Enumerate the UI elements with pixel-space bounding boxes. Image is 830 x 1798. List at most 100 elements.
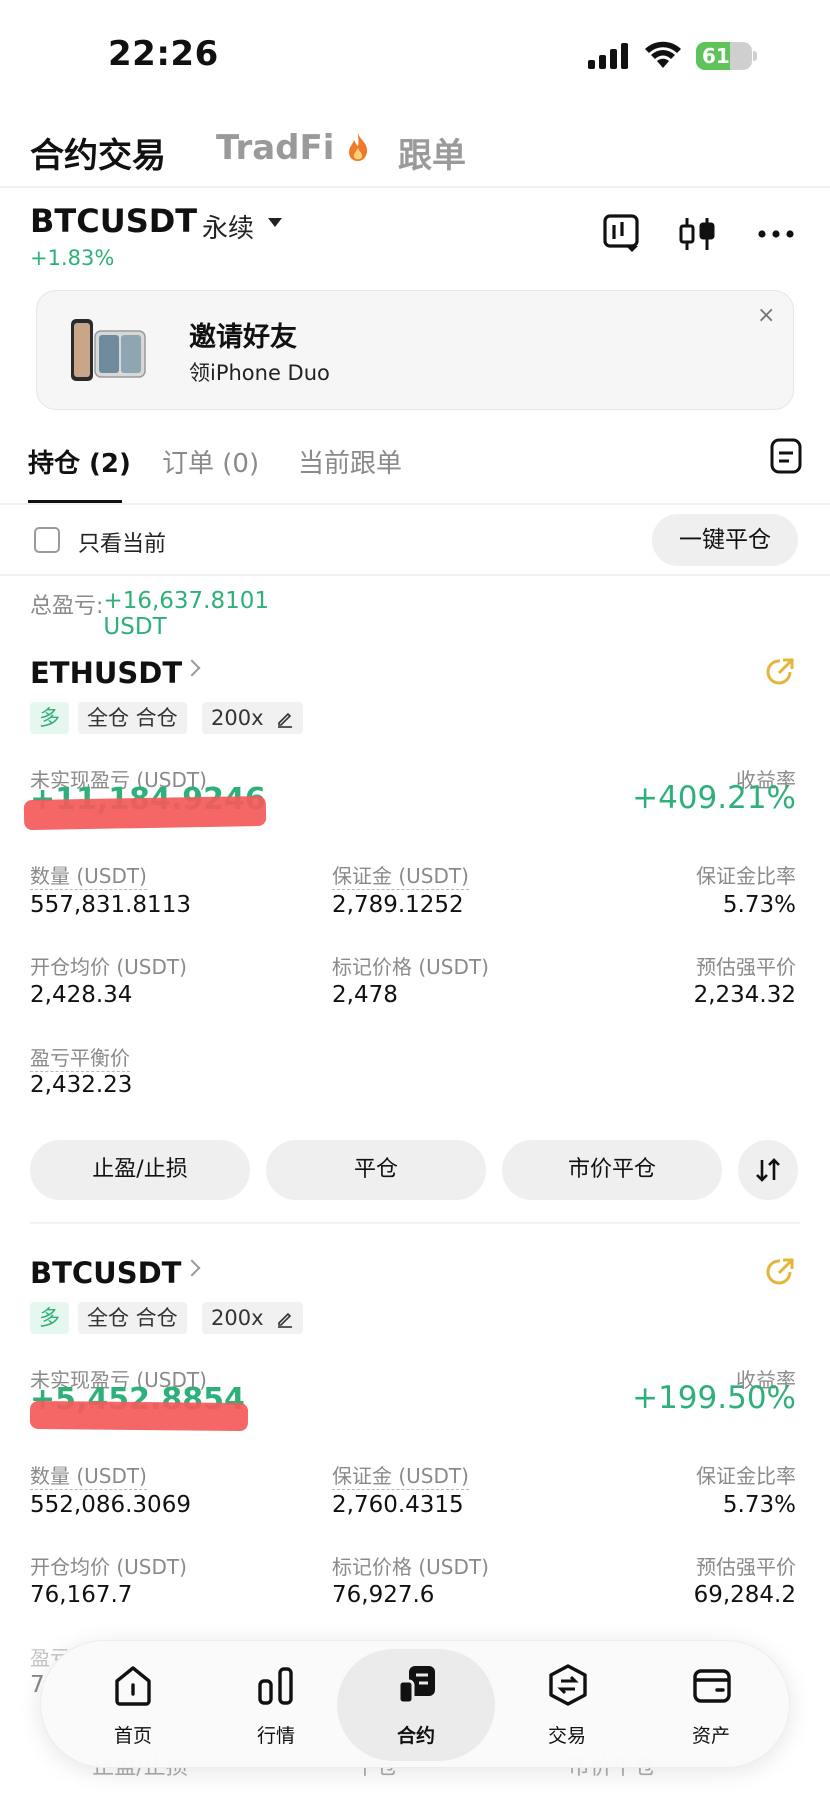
divider — [0, 503, 830, 505]
margin-mode-tag: 全仓 合仓 — [78, 1302, 187, 1334]
nav-market-label: 行情 — [256, 1725, 295, 1747]
nav-home[interactable]: 首页 — [63, 1641, 203, 1769]
nav-trade-label: 交易 — [547, 1725, 586, 1747]
share-icon[interactable] — [764, 1256, 796, 1288]
tab-orders[interactable]: 订单 (0) — [162, 443, 259, 480]
edit-icon — [278, 1312, 293, 1328]
total-pnl-value: +16,637.8101 USDT — [103, 588, 270, 640]
futures-icon — [397, 1666, 435, 1705]
home-icon — [115, 1666, 151, 1706]
roe-value: +199.50% — [632, 1380, 796, 1416]
nav-trade[interactable]: 交易 — [497, 1641, 637, 1769]
chart-settings-icon[interactable] — [600, 212, 644, 256]
only-current-label: 只看当前 — [78, 532, 167, 557]
margin-mode-tag: 全仓 合仓 — [78, 702, 187, 734]
position-symbol[interactable]: ETHUSDT — [30, 656, 182, 690]
liquidation-price-label: 预估强平价 — [696, 1555, 796, 1579]
banner-title: 邀请好友 — [189, 322, 297, 353]
chevron-right-icon[interactable] — [183, 1259, 201, 1277]
total-pnl-label: 总盈亏: — [30, 594, 104, 619]
tp-sl-button[interactable]: 止盈/止损 — [30, 1140, 250, 1200]
candlestick-icon[interactable] — [676, 212, 720, 256]
leverage-tag[interactable]: 200x — [202, 702, 304, 734]
trade-icon — [549, 1664, 587, 1706]
bottom-nav: 首页 行情 合约 交易 资产 — [40, 1640, 790, 1768]
edit-icon — [278, 712, 293, 728]
margin-ratio-label: 保证金比率 — [696, 864, 796, 888]
quantity-label: 数量 (USDT) — [30, 1460, 147, 1490]
top-tabs: 合约交易 TradFi 跟单 — [0, 118, 830, 188]
phone-image — [71, 319, 146, 381]
mark-price-label: 标记价格 (USDT) — [332, 955, 489, 979]
entry-price-label: 开仓均价 (USDT) — [30, 955, 187, 979]
reverse-button[interactable] — [738, 1140, 798, 1200]
pair-change: +1.83% — [30, 246, 115, 270]
divider — [30, 1222, 800, 1224]
tab-positions[interactable]: 持仓 (2) — [28, 443, 131, 480]
close-all-button[interactable]: 一键平仓 — [652, 514, 798, 566]
liquidation-price-value: 69,284.2 — [693, 1582, 796, 1608]
nav-home-label: 首页 — [113, 1725, 152, 1747]
margin-value: 2,789.1252 — [332, 892, 464, 918]
margin-label: 保证金 (USDT) — [332, 860, 469, 890]
quantity-label: 数量 (USDT) — [30, 860, 147, 890]
tab-futures[interactable]: 合约交易 — [30, 128, 166, 177]
pair-kind[interactable]: 永续 — [202, 208, 254, 245]
quantity-value: 557,831.8113 — [30, 892, 191, 918]
divider — [0, 574, 830, 576]
more-icon[interactable] — [754, 212, 798, 256]
margin-value: 2,760.4315 — [332, 1492, 464, 1518]
swap-arrows-icon — [756, 1158, 780, 1182]
banner-subtitle: 领iPhone Duo — [189, 361, 330, 385]
liquidation-price-label: 预估强平价 — [696, 955, 796, 979]
tab-tradfi[interactable]: TradFi — [216, 128, 370, 168]
invite-banner[interactable]: 邀请好友 领iPhone Duo × — [36, 290, 794, 410]
mark-price-value: 2,478 — [332, 982, 398, 1008]
tab-tradfi-label: TradFi — [216, 128, 335, 168]
liquidation-price-value: 2,234.32 — [693, 982, 796, 1008]
quantity-value: 552,086.3069 — [30, 1492, 191, 1518]
battery-icon: 61 — [696, 42, 757, 70]
margin-ratio-label: 保证金比率 — [696, 1464, 796, 1488]
market-close-button[interactable]: 市价平仓 — [502, 1140, 722, 1200]
chevron-right-icon[interactable] — [183, 659, 201, 677]
entry-price-value: 76,167.7 — [30, 1582, 133, 1608]
only-current-checkbox[interactable] — [34, 527, 60, 553]
wallet-icon — [693, 1669, 731, 1703]
leverage-value: 200x — [211, 1306, 264, 1330]
mark-price-value: 76,927.6 — [332, 1582, 435, 1608]
nav-futures-label: 合约 — [396, 1725, 435, 1747]
wifi-icon — [645, 41, 681, 68]
tab-copy-trading[interactable]: 跟单 — [398, 128, 466, 177]
status-time: 22:26 — [108, 34, 219, 74]
share-icon[interactable] — [764, 656, 796, 688]
market-icon — [258, 1667, 293, 1705]
close-icon[interactable]: × — [757, 303, 775, 328]
side-tag: 多 — [30, 702, 69, 734]
total-pnl: 总盈亏: +16,637.8101 USDT — [30, 588, 269, 640]
mark-price-label: 标记价格 (USDT) — [332, 1555, 489, 1579]
leverage-tag[interactable]: 200x — [202, 1302, 304, 1334]
position-card: ETHUSDT 多 全仓 合仓 200x 未实现盈亏 (USDT) 收益率 +1… — [0, 656, 830, 1246]
pair-symbol[interactable]: BTCUSDT — [30, 202, 197, 240]
breakeven-label: 盈亏平衡价 — [30, 1042, 130, 1072]
position-symbol[interactable]: BTCUSDT — [30, 1256, 181, 1290]
status-bar: 22:26 61 — [0, 0, 830, 110]
nav-assets[interactable]: 资产 — [641, 1641, 781, 1769]
signal-icon — [588, 43, 628, 69]
history-icon[interactable] — [770, 438, 802, 474]
nav-assets-label: 资产 — [691, 1725, 730, 1747]
close-position-button[interactable]: 平仓 — [266, 1140, 486, 1200]
redaction-mark — [23, 795, 267, 831]
nav-market[interactable]: 行情 — [206, 1641, 346, 1769]
margin-ratio-value: 5.73% — [722, 892, 796, 918]
tab-current-copy[interactable]: 当前跟单 — [298, 443, 402, 480]
side-tag: 多 — [30, 1302, 69, 1334]
chevron-down-icon[interactable] — [268, 218, 282, 227]
nav-futures[interactable]: 合约 — [337, 1649, 495, 1761]
roe-value: +409.21% — [632, 780, 796, 816]
margin-ratio-value: 5.73% — [722, 1492, 796, 1518]
fire-icon — [349, 133, 368, 161]
battery-level: 61 — [702, 44, 730, 68]
divider — [0, 186, 830, 188]
